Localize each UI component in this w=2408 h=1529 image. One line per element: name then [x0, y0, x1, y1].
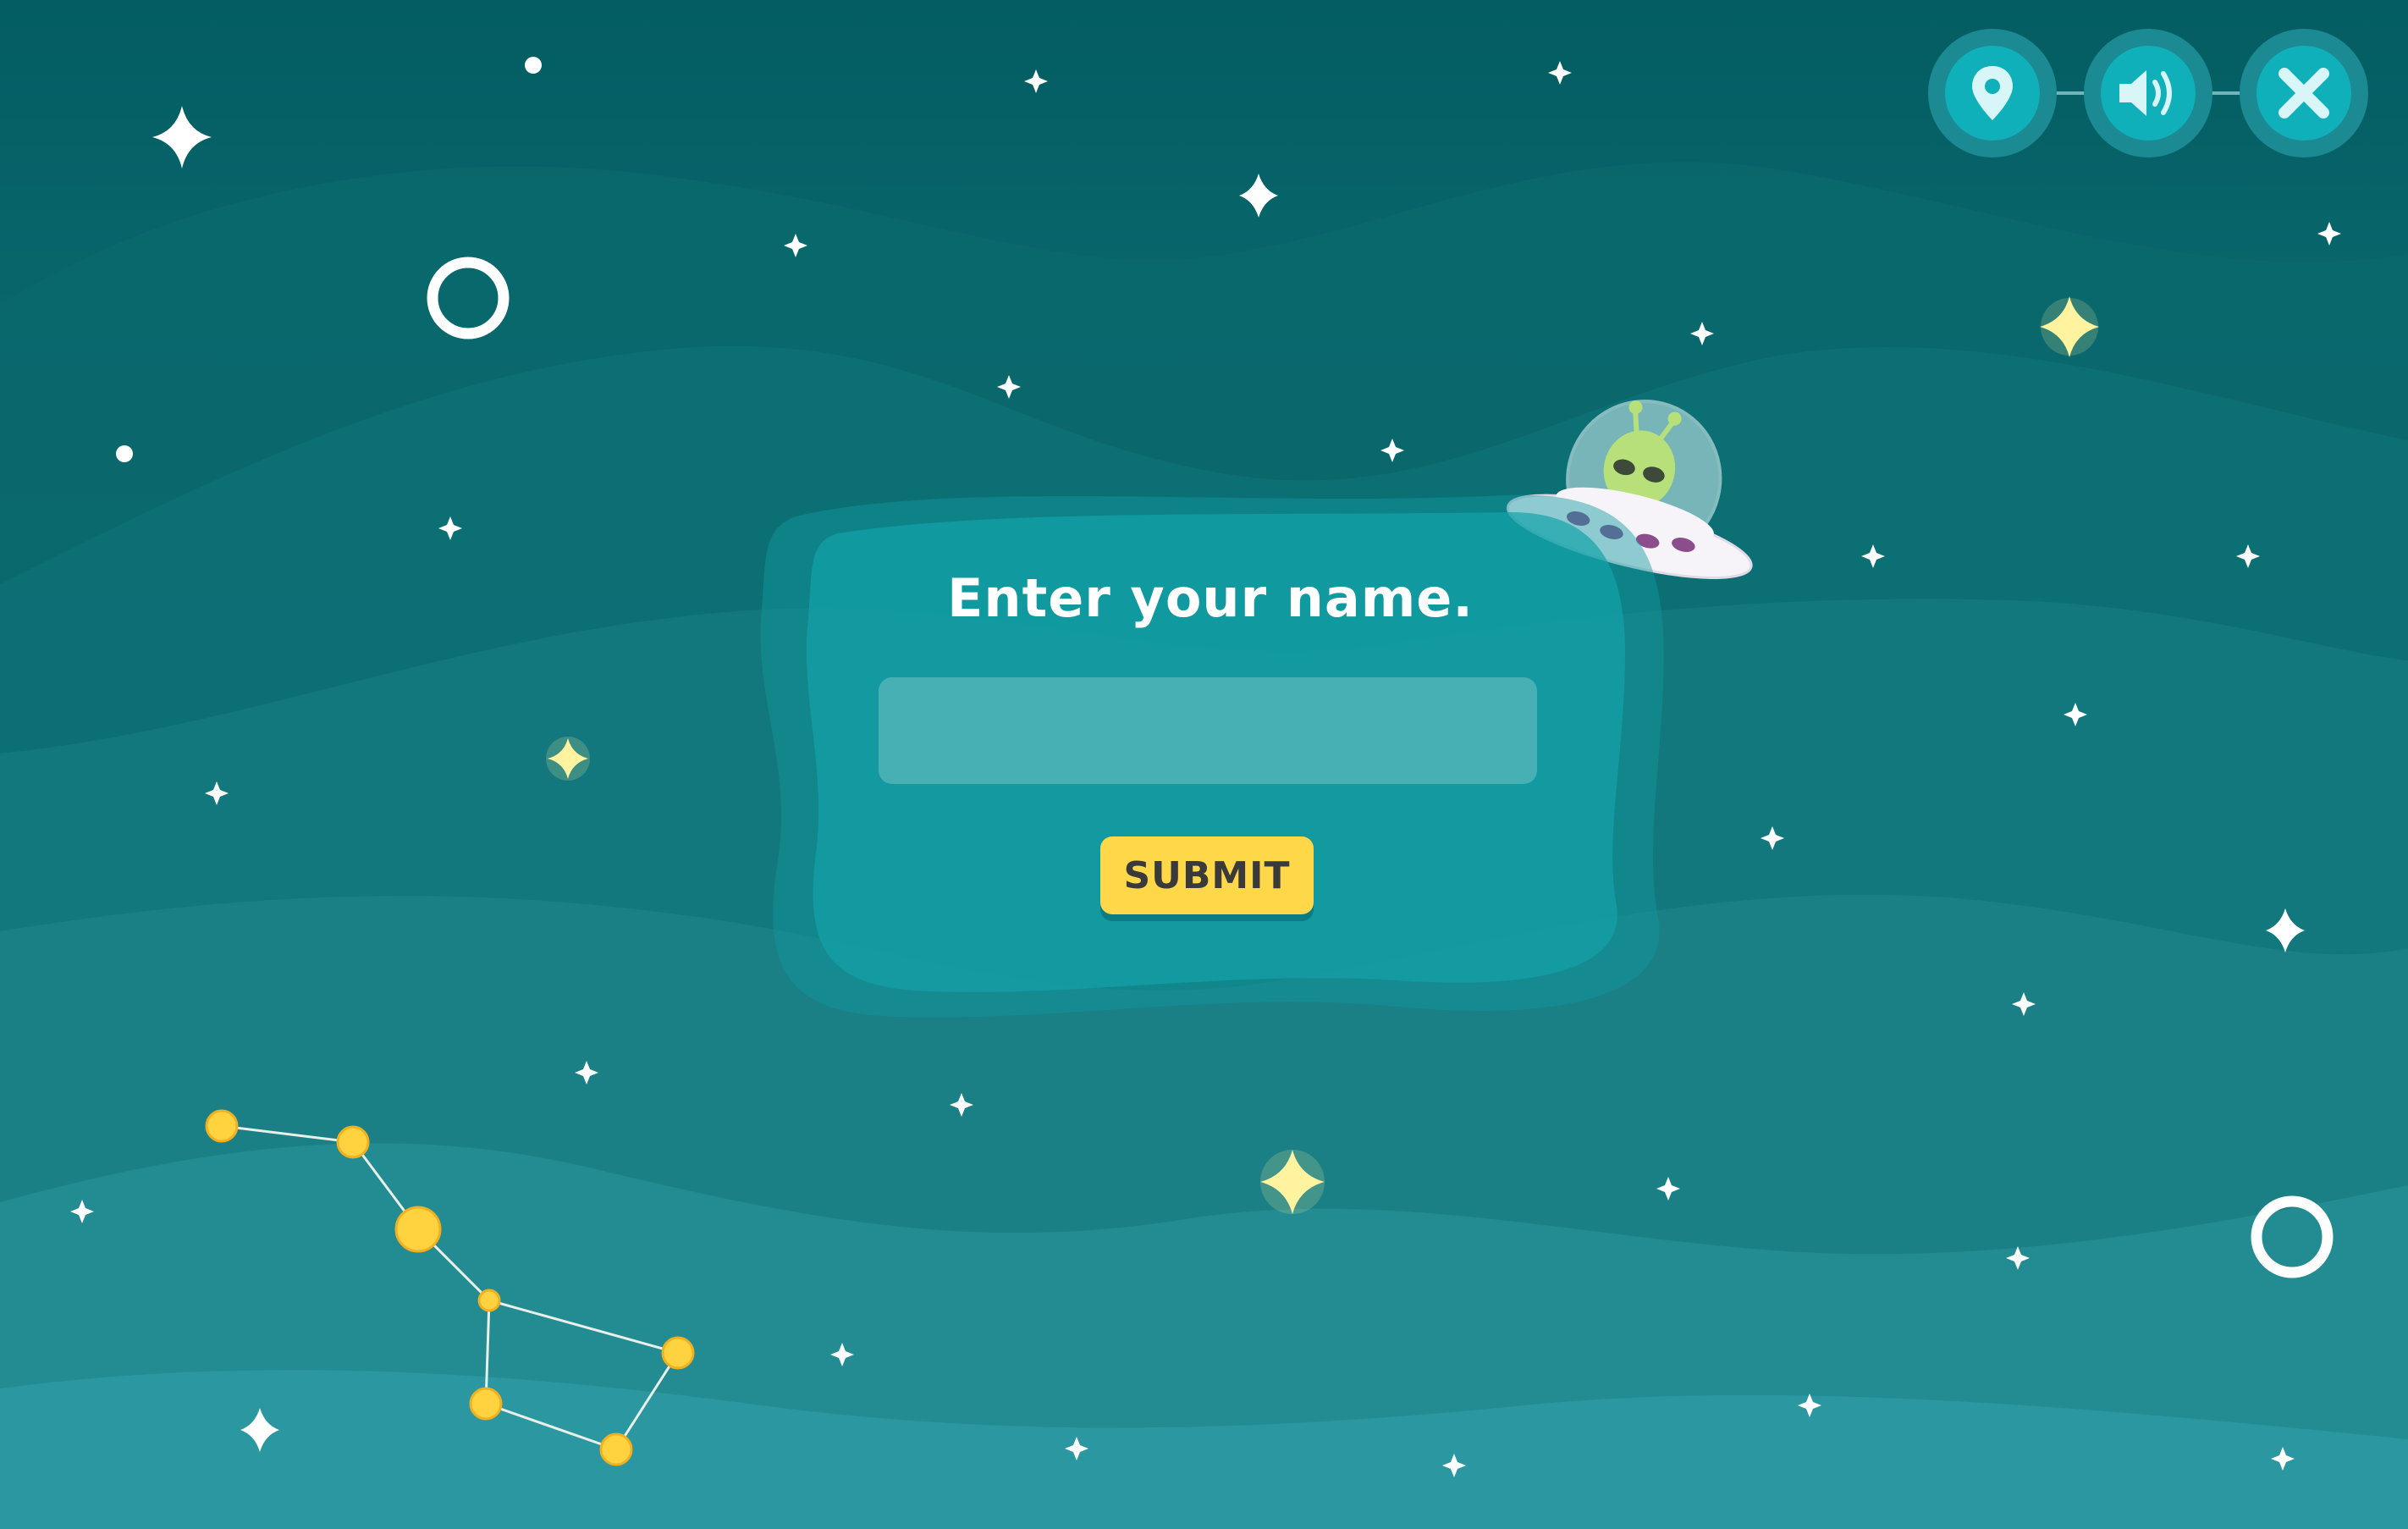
location-button-face — [1945, 46, 2040, 141]
prompt-title: Enter your name. — [947, 567, 1474, 629]
glow-star — [546, 737, 590, 781]
location-pin-icon — [1972, 66, 2013, 120]
close-button-face — [2256, 46, 2351, 141]
name-entry-panel: Enter your name. SUBMIT — [745, 483, 1676, 1024]
space-scene: Enter your name. SUBMIT — [0, 0, 2408, 1529]
glow-star — [1260, 1150, 1325, 1214]
sparkle-star — [152, 106, 212, 168]
name-input[interactable] — [879, 677, 1537, 784]
star-dot — [116, 445, 133, 462]
control-buttons — [1921, 25, 2395, 161]
close-icon — [2279, 68, 2329, 119]
submit-button[interactable]: SUBMIT — [1100, 836, 1314, 914]
close-button[interactable] — [2240, 29, 2368, 157]
location-button[interactable] — [1928, 29, 2057, 157]
star-dot — [525, 57, 542, 74]
speaker-icon — [2119, 70, 2172, 116]
sound-button-face — [2101, 46, 2196, 141]
sound-button[interactable] — [2084, 29, 2212, 157]
sparkle-star — [1239, 174, 1278, 218]
